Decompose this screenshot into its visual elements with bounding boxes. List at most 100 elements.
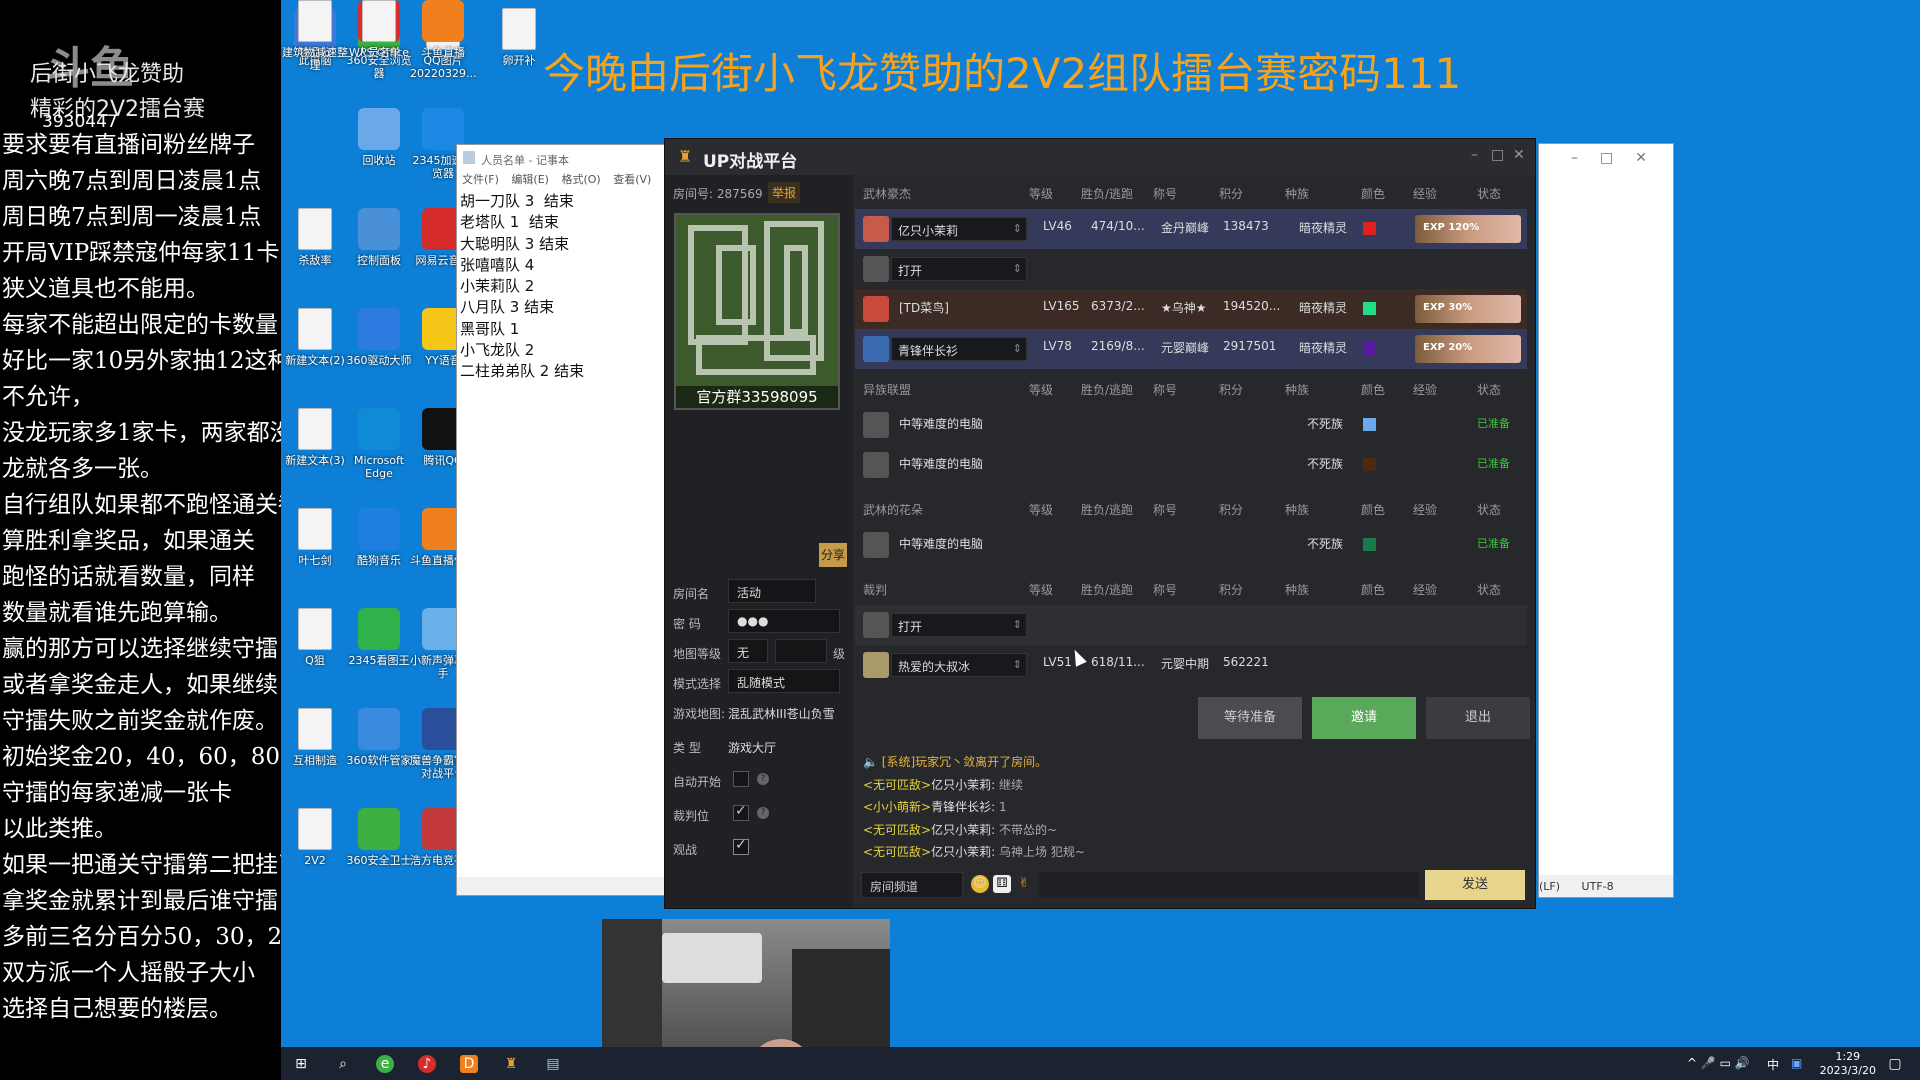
tray-icons[interactable]: ^ 🎤 ▭ 🔊 [1687, 1056, 1750, 1070]
menu-view[interactable]: 查看(V) [613, 173, 651, 186]
chat-name: 亿只小茉莉: [931, 777, 996, 792]
password-input[interactable]: ●●● [728, 609, 840, 633]
player-row[interactable]: 热爱的大叔冰 LV51 618/11... 元婴中期 562221 [855, 645, 1527, 678]
desktop-icon[interactable]: Q狙 [282, 608, 348, 667]
gesture-icon[interactable]: ✌ [1015, 875, 1033, 893]
maximize-icon[interactable]: □ [1491, 147, 1504, 163]
exit-button[interactable]: 退出 [1426, 697, 1530, 739]
menu-file[interactable]: 文件(F) [462, 173, 499, 186]
desktop-icon[interactable]: 新建文本(3) [282, 408, 348, 467]
desktop-icon[interactable]: 360安全卫士 [346, 808, 412, 867]
up-platform-icon[interactable]: ♜ [502, 1055, 520, 1073]
avatar [863, 296, 889, 322]
slot-select[interactable]: 打开 [891, 257, 1027, 281]
emoji-icon[interactable]: ☺ [971, 875, 989, 893]
background-window[interactable]: –□✕ (LF) UTF-8 [1538, 143, 1674, 898]
search-icon[interactable]: ⌕ [334, 1055, 352, 1073]
desktop-icon[interactable]: 2345看图王 [346, 608, 412, 667]
share-button[interactable]: 分享 [819, 543, 847, 567]
room-name-input[interactable]: 活动 [728, 579, 816, 603]
360-browser-icon[interactable]: e [376, 1055, 394, 1073]
clock-date: 2023/3/20 [1819, 1064, 1876, 1077]
notepad-titlebar[interactable]: 人员名单 - 记事本 [457, 145, 671, 171]
desktop-icon[interactable]: 叶七剑 [282, 508, 348, 567]
referee-checkbox[interactable] [733, 803, 749, 821]
window-controls[interactable]: –□✕ [1571, 150, 1669, 166]
desktop-icon-label: Microsoft Edge [353, 454, 405, 480]
netease-music-icon[interactable]: ♪ [418, 1055, 436, 1073]
color-swatch [1363, 458, 1376, 471]
computer-row[interactable]: 中等难度的电脑 不死族 已准备 [855, 525, 1527, 565]
webcam-air-conditioner [662, 933, 762, 983]
invite-button[interactable]: 邀请 [1312, 697, 1416, 739]
help-icon[interactable]: ? [757, 807, 769, 819]
mode-select[interactable]: 乱随模式 [728, 669, 840, 693]
ime-indicator[interactable]: 中 [1767, 1056, 1779, 1073]
close-icon[interactable]: ✕ [1513, 147, 1525, 163]
clock-time: 1:29 [1835, 1050, 1861, 1063]
speaker-icon: 🔈 [863, 755, 878, 769]
desktop-icon[interactable]: 2V2 [282, 808, 348, 867]
notepad-content[interactable]: 胡一刀队 3 结束 老塔队 1 结束 大聪明队 3 结束 张嘻嘻队 4 小茉莉队… [457, 189, 671, 383]
chat-tag: <无可匹敌> [863, 845, 932, 859]
player-race: 不死族 [1307, 417, 1344, 431]
up-battle-platform-window[interactable]: ♜ UP对战平台 – □ ✕ 房间号: 287569 举报 官方群3359809… [664, 138, 1536, 909]
col-exp: 经验 [1413, 383, 1438, 397]
channel-select[interactable]: 房间频道 [861, 872, 963, 898]
help-icon[interactable]: ? [757, 773, 769, 785]
player-row[interactable]: 亿只小茉莉 LV46 474/10... 金丹巅峰 138473 暗夜精灵 EX… [855, 209, 1527, 249]
desktop-icon[interactable]: 建筑物减速整理 [282, 0, 348, 72]
desktop-icon[interactable]: 回收站 [346, 108, 412, 167]
type-label: 类 型 [673, 741, 701, 755]
spectate-checkbox[interactable] [733, 837, 749, 855]
clock[interactable]: 1:29 2023/3/20 [1820, 1050, 1876, 1078]
desktop-icon[interactable]: 斗鱼直播 [410, 0, 476, 59]
level-unit: 级 [833, 647, 846, 661]
auto-start-checkbox[interactable] [733, 771, 749, 787]
send-button[interactable]: 发送 [1425, 870, 1525, 900]
open-slot-row[interactable]: 打开 [855, 249, 1527, 289]
up-titlebar[interactable]: ♜ UP对战平台 – □ ✕ [665, 139, 1535, 175]
notepad-taskbar-icon[interactable]: ▤ [544, 1055, 562, 1073]
slot-select[interactable]: 打开 [891, 613, 1027, 637]
player-record: 618/11... [1091, 655, 1145, 669]
open-slot-row[interactable]: 打开 [855, 605, 1527, 645]
player-row[interactable]: 青锋伴长衫 LV78 2169/8... 元婴巅峰 2917501 暗夜精灵 E… [855, 329, 1527, 369]
desktop-icon[interactable]: 控制面板 [346, 208, 412, 267]
player-select[interactable]: 亿只小茉莉 [891, 217, 1027, 241]
map-level-select[interactable]: 无 [728, 639, 768, 663]
chat-input[interactable] [1039, 872, 1419, 898]
menu-format[interactable]: 格式(O) [561, 173, 600, 186]
desktop-icon[interactable]: 360软件管家 [346, 708, 412, 767]
notification-icon[interactable]: ▢ [1886, 1055, 1904, 1073]
desktop-icon[interactable]: 人员名单 [346, 0, 412, 59]
desktop-icon[interactable]: Microsoft Edge [346, 408, 412, 480]
desktop-icon[interactable]: 360驱动大师 [346, 308, 412, 367]
wait-ready-button[interactable]: 等待准备 [1198, 697, 1302, 739]
col-score: 积分 [1219, 583, 1244, 597]
col-level: 等级 [1029, 583, 1054, 597]
dice-icon[interactable]: ⚅ [993, 875, 1011, 893]
chat-line: <无可匹敌>亿只小茉莉: 不带怂的~ [863, 819, 1527, 842]
player-level: LV78 [1043, 339, 1072, 353]
player-select[interactable]: 青锋伴长衫 [891, 337, 1027, 361]
team-name: 武林的花朵 [863, 503, 924, 517]
report-button[interactable]: 举报 [768, 182, 801, 203]
desktop-icon[interactable]: 杀敌率 [282, 208, 348, 267]
desktop-icon[interactable]: 互相制造 [282, 708, 348, 767]
minimize-icon[interactable]: – [1471, 147, 1478, 163]
computer-row[interactable]: 中等难度的电脑 不死族 已准备 [855, 445, 1527, 485]
ime-icon[interactable]: ▣ [1791, 1056, 1802, 1070]
douyu-icon[interactable]: D [460, 1055, 478, 1073]
player-select[interactable]: 热爱的大叔冰 [891, 653, 1027, 677]
col-status: 状态 [1477, 583, 1502, 597]
player-row[interactable]: [TD菜鸟] LV165 6373/2... ★乌神★ 194520... 暗夜… [855, 289, 1527, 329]
notepad-window[interactable]: 人员名单 - 记事本 文件(F) 编辑(E) 格式(O) 查看(V) 帮助 胡一… [456, 144, 686, 896]
menu-edit[interactable]: 编辑(E) [511, 173, 549, 186]
computer-row[interactable]: 中等难度的电脑 不死族 已准备 [855, 405, 1527, 445]
desktop-icon[interactable]: 酷狗音乐 [346, 508, 412, 567]
map-level-input[interactable] [775, 639, 827, 663]
start-icon[interactable]: ⊞ [292, 1055, 310, 1073]
horizontal-scrollbar[interactable] [457, 877, 671, 895]
desktop-icon[interactable]: 新建文本(2) [282, 308, 348, 367]
